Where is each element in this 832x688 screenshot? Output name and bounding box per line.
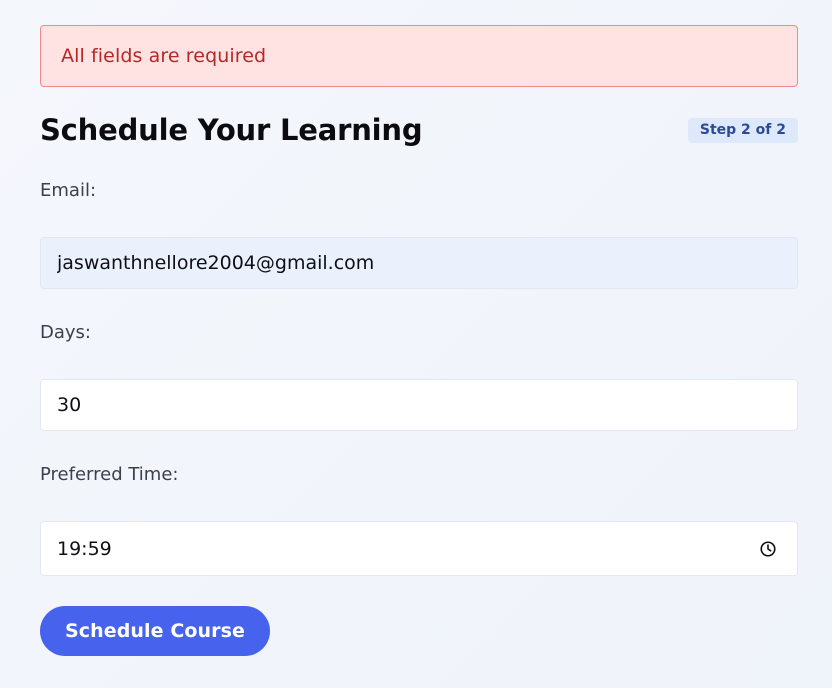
step-badge: Step 2 of 2 <box>687 117 798 143</box>
email-input[interactable] <box>57 252 777 274</box>
schedule-course-button[interactable]: Schedule Course <box>40 606 270 656</box>
clock-icon[interactable] <box>759 540 777 558</box>
error-alert: All fields are required <box>40 25 798 87</box>
preferred-time-label: Preferred Time: <box>40 464 179 485</box>
days-input[interactable] <box>57 394 777 416</box>
preferred-time-value[interactable]: 19:59 <box>57 538 112 560</box>
error-alert-message: All fields are required <box>61 45 267 67</box>
form-header: Schedule Your Learning Step 2 of 2 <box>40 109 798 151</box>
page-title: Schedule Your Learning <box>40 113 423 147</box>
email-field[interactable] <box>40 237 798 289</box>
preferred-time-field[interactable]: 19:59 <box>40 521 798 576</box>
days-label: Days: <box>40 322 91 343</box>
email-label: Email: <box>40 180 97 201</box>
days-field[interactable] <box>40 379 798 431</box>
schedule-form-container: All fields are required Schedule Your Le… <box>40 25 798 656</box>
